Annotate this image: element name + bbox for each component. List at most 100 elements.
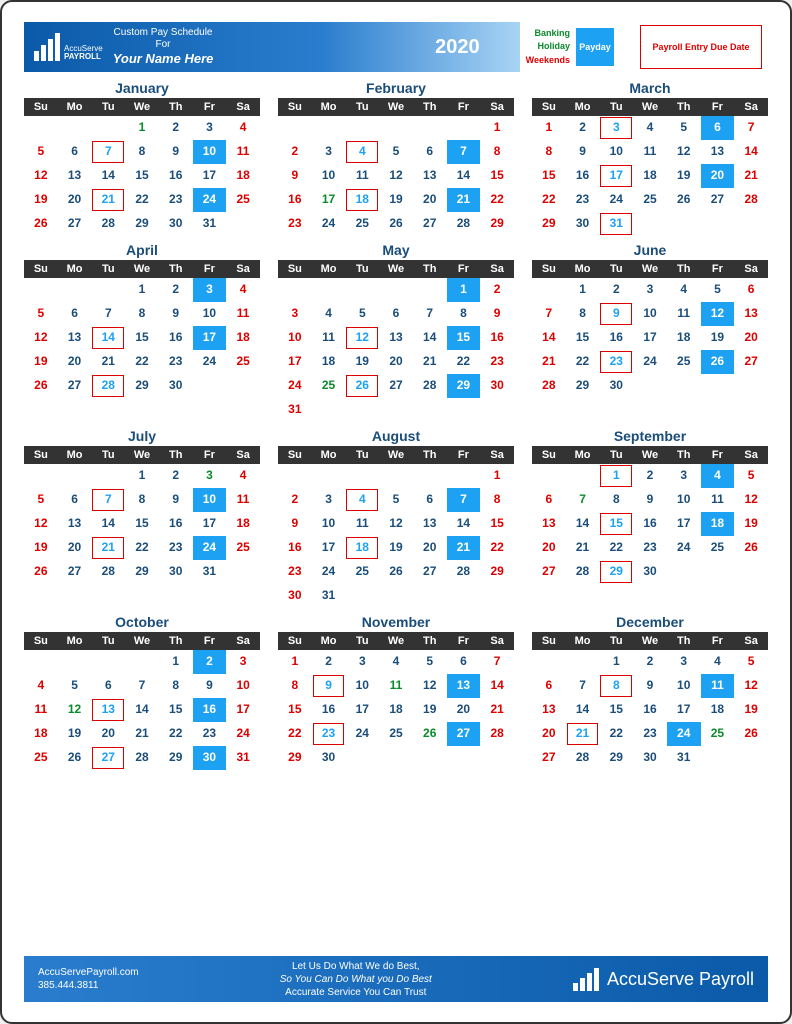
day-cell: 5 <box>734 650 768 674</box>
month-august: AugustSuMoTuWeThFrSa12345678910111213141… <box>278 428 514 608</box>
day-cell: 8 <box>532 140 566 164</box>
day-cell: 19 <box>667 164 701 188</box>
month-title: August <box>278 428 514 444</box>
day-cell: 29 <box>599 746 633 770</box>
weekday-header: SuMoTuWeThFrSa <box>24 632 260 650</box>
footer-tagline: Let Us Do What We do Best,So You Can Do … <box>139 960 573 999</box>
month-body: 1234567891011121314151617181920212223242… <box>278 278 514 422</box>
day-cell: 22 <box>125 188 159 212</box>
day-cell: 24 <box>633 350 667 374</box>
day-cell: 27 <box>91 746 125 770</box>
day-cell: 19 <box>345 350 379 374</box>
day-cell: 4 <box>226 464 260 488</box>
day-cell: 2 <box>599 278 633 302</box>
day-cell: 1 <box>480 464 514 488</box>
legend-payday: Payday <box>576 28 614 66</box>
day-cell: 21 <box>566 536 600 560</box>
day-cell: 29 <box>125 560 159 584</box>
day-cell: 13 <box>447 674 481 698</box>
weekday-header: SuMoTuWeThFrSa <box>278 446 514 464</box>
day-cell: 7 <box>91 302 125 326</box>
day-cell: 8 <box>447 302 481 326</box>
day-cell: 27 <box>532 560 566 584</box>
day-cell: 23 <box>159 188 193 212</box>
day-cell: 12 <box>24 326 58 350</box>
day-cell: 19 <box>734 512 768 536</box>
day-cell: 23 <box>278 560 312 584</box>
day-cell: 16 <box>193 698 227 722</box>
day-cell: 29 <box>447 374 481 398</box>
day-cell: 25 <box>701 722 735 746</box>
day-cell: 13 <box>58 326 92 350</box>
month-january: JanuarySuMoTuWeThFrSa1234567891011121314… <box>24 80 260 236</box>
day-cell: 1 <box>278 650 312 674</box>
day-cell: 16 <box>633 512 667 536</box>
day-cell: 8 <box>599 674 633 698</box>
day-cell: 8 <box>566 302 600 326</box>
day-cell: 9 <box>159 488 193 512</box>
day-cell: 14 <box>532 326 566 350</box>
day-cell: 20 <box>532 722 566 746</box>
legend-weekends: Weekends <box>526 54 570 68</box>
day-cell: 19 <box>413 698 447 722</box>
day-cell: 2 <box>278 488 312 512</box>
day-cell: 9 <box>278 512 312 536</box>
day-cell: 7 <box>125 674 159 698</box>
day-cell: 17 <box>667 512 701 536</box>
day-cell: 17 <box>599 164 633 188</box>
day-cell: 30 <box>278 584 312 608</box>
day-cell: 30 <box>633 560 667 584</box>
day-cell: 5 <box>667 116 701 140</box>
day-cell: 27 <box>413 560 447 584</box>
day-cell: 8 <box>125 302 159 326</box>
day-cell: 6 <box>91 674 125 698</box>
day-cell: 31 <box>667 746 701 770</box>
day-cell: 17 <box>226 698 260 722</box>
day-cell: 15 <box>599 698 633 722</box>
day-cell: 12 <box>734 674 768 698</box>
day-cell: 7 <box>447 488 481 512</box>
day-cell: 22 <box>125 536 159 560</box>
day-cell: 15 <box>532 164 566 188</box>
day-cell: 27 <box>58 560 92 584</box>
day-cell: 20 <box>532 536 566 560</box>
day-cell: 11 <box>633 140 667 164</box>
day-cell: 23 <box>566 188 600 212</box>
day-cell: 6 <box>58 140 92 164</box>
day-cell: 13 <box>58 164 92 188</box>
day-cell: 20 <box>58 350 92 374</box>
day-cell: 31 <box>193 560 227 584</box>
day-cell: 10 <box>667 488 701 512</box>
day-cell: 15 <box>480 512 514 536</box>
day-cell: 9 <box>480 302 514 326</box>
day-cell: 25 <box>226 350 260 374</box>
day-cell: 14 <box>413 326 447 350</box>
day-cell: 8 <box>159 674 193 698</box>
day-cell: 21 <box>125 722 159 746</box>
day-cell: 19 <box>58 722 92 746</box>
day-cell: 20 <box>447 698 481 722</box>
legend: BankingHoliday Weekends Payday Payroll E… <box>520 22 768 72</box>
day-cell: 6 <box>413 488 447 512</box>
day-cell: 29 <box>159 746 193 770</box>
day-cell: 2 <box>480 278 514 302</box>
day-cell: 3 <box>667 650 701 674</box>
day-cell: 28 <box>480 722 514 746</box>
legend-holiday: BankingHoliday <box>526 27 570 54</box>
calendar-page: AccuServePAYROLL Custom Pay ScheduleForY… <box>0 0 792 1024</box>
day-cell: 12 <box>24 512 58 536</box>
day-cell: 4 <box>701 650 735 674</box>
day-cell: 15 <box>159 698 193 722</box>
day-cell: 10 <box>193 302 227 326</box>
day-cell: 25 <box>345 212 379 236</box>
day-cell: 26 <box>413 722 447 746</box>
day-cell: 30 <box>599 374 633 398</box>
weekday-header: SuMoTuWeThFrSa <box>278 260 514 278</box>
footer-contact: AccuServePayroll.com385.444.3811 <box>38 966 139 992</box>
day-cell: 21 <box>91 536 125 560</box>
day-cell: 19 <box>734 698 768 722</box>
day-cell: 14 <box>480 674 514 698</box>
day-cell: 12 <box>24 164 58 188</box>
day-cell: 26 <box>379 560 413 584</box>
month-title: November <box>278 614 514 630</box>
